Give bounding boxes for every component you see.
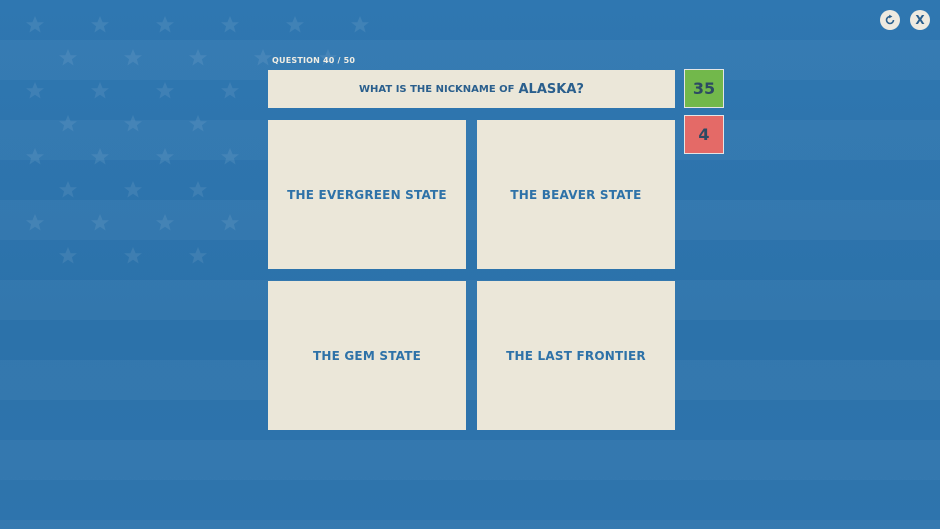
refresh-icon bbox=[885, 14, 895, 25]
question-text: WHAT IS THE NICKNAME OF bbox=[359, 83, 515, 95]
correct-score-badge: 35 bbox=[684, 69, 724, 108]
answer-button-1[interactable]: THE EVERGREEN STATE bbox=[268, 120, 466, 269]
answer-label: THE LAST FRONTIER bbox=[506, 348, 646, 363]
question-box: WHAT IS THE NICKNAME OF ALASKA? bbox=[268, 70, 675, 108]
answer-button-2[interactable]: THE BEAVER STATE bbox=[477, 120, 675, 269]
reset-button[interactable] bbox=[880, 10, 900, 30]
answer-label: THE GEM STATE bbox=[312, 348, 421, 363]
question-keyword: ALASKA? bbox=[518, 81, 584, 97]
question-counter: QUESTION 40 / 50 bbox=[272, 56, 356, 65]
wrong-score-badge: 4 bbox=[684, 115, 724, 154]
answer-button-3[interactable]: THE GEM STATE bbox=[268, 281, 466, 430]
answer-label: THE BEAVER STATE bbox=[510, 187, 642, 202]
close-button[interactable]: X bbox=[910, 10, 930, 30]
answer-button-4[interactable]: THE LAST FRONTIER bbox=[477, 281, 675, 430]
answer-label: THE EVERGREEN STATE bbox=[287, 187, 447, 202]
close-icon: X bbox=[915, 13, 925, 27]
